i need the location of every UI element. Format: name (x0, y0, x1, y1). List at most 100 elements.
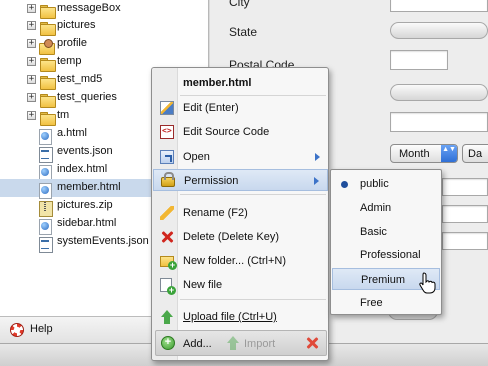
text-input[interactable] (390, 112, 488, 132)
tree-item-profile[interactable]: + profile (0, 35, 209, 55)
permission-option-label: Admin (360, 202, 392, 214)
lock-icon (161, 172, 175, 187)
import-button: Import (244, 338, 276, 350)
help-label: Help (30, 323, 53, 335)
selected-bullet-icon (341, 181, 348, 188)
state-select[interactable] (390, 22, 488, 39)
tree-item-label: test_md5 (57, 73, 103, 85)
menu-item-label: New file (183, 279, 223, 291)
expand-toggle-icon[interactable]: + (27, 4, 36, 13)
city-label: City (229, 0, 250, 9)
add-plus-icon[interactable]: + (161, 336, 175, 350)
permission-option-professional[interactable]: Professional (332, 244, 440, 266)
html-file-icon (39, 165, 55, 181)
menu-item-upload[interactable]: Upload file (Ctrl+U) (153, 306, 328, 328)
menu-item-new-folder[interactable]: New folder... (Ctrl+N) (153, 250, 328, 272)
tree-item-label: profile (57, 37, 87, 49)
rename-pencil-icon (160, 206, 174, 220)
tree-item-label: test_queries (57, 91, 117, 103)
tree-item-label: temp (57, 55, 82, 67)
menu-separator (180, 194, 326, 195)
tree-item-pictures[interactable]: + pictures (0, 17, 209, 36)
folder-icon (39, 93, 56, 108)
tree-item-label: systemEvents.json (57, 235, 149, 247)
menu-item-label: Rename (F2) (183, 207, 248, 219)
folder-icon (39, 75, 56, 90)
country-select[interactable] (390, 84, 488, 101)
expand-toggle-icon[interactable]: + (27, 21, 36, 30)
postal-code-input[interactable] (390, 50, 448, 70)
html-file-icon (39, 183, 55, 199)
close-x-icon[interactable] (305, 336, 319, 350)
text-file-icon (39, 237, 55, 253)
month-select[interactable]: Month ▲▼ (390, 144, 458, 163)
permission-option-public[interactable]: public (332, 173, 440, 195)
menu-item-label: Open (183, 151, 210, 163)
upload-arrow-icon (160, 310, 174, 324)
text-file-icon (39, 147, 55, 163)
permission-option-basic[interactable]: Basic (332, 221, 440, 243)
folder-icon (39, 21, 56, 36)
permission-option-label: Basic (360, 226, 387, 238)
text-input[interactable] (442, 232, 488, 250)
zip-file-icon (39, 201, 55, 217)
html-file-icon (39, 219, 55, 235)
permission-option-free[interactable]: Free (332, 292, 440, 314)
folder-icon (39, 4, 56, 19)
expand-toggle-icon[interactable]: + (27, 75, 36, 84)
menu-item-delete[interactable]: Delete (Delete Key) (153, 226, 328, 248)
profile-folder-icon (39, 39, 55, 55)
tree-item-label: events.json (57, 145, 113, 157)
permission-option-label: Professional (360, 249, 421, 261)
expand-toggle-icon[interactable]: + (27, 111, 36, 120)
text-input[interactable] (442, 178, 488, 196)
permission-option-admin[interactable]: Admin (332, 197, 440, 219)
menu-item-open[interactable]: Open (153, 146, 328, 168)
tree-item-messagebox[interactable]: + messageBox (0, 0, 209, 19)
html-file-icon (39, 129, 55, 145)
permission-option-label: public (360, 178, 389, 190)
delete-x-icon (160, 230, 174, 244)
menu-item-rename[interactable]: Rename (F2) (153, 202, 328, 224)
submenu-arrow-icon (314, 177, 319, 185)
menu-separator (180, 95, 326, 96)
add-button[interactable]: Add... (183, 338, 212, 350)
hand-pointer-cursor-icon (419, 272, 436, 294)
permission-option-label: Free (360, 297, 383, 309)
menu-item-new-file[interactable]: New file (153, 274, 328, 296)
menu-item-edit-source[interactable]: Edit Source Code (153, 121, 328, 143)
new-file-icon (160, 278, 176, 295)
menu-item-label: Permission (184, 175, 239, 187)
tree-item-label: a.html (57, 127, 87, 139)
open-window-icon (160, 150, 174, 164)
menu-separator (180, 299, 326, 300)
source-code-icon (160, 125, 174, 139)
tree-item-label: index.html (57, 163, 108, 175)
menu-item-edit[interactable]: Edit (Enter) (153, 97, 328, 119)
tree-item-label: sidebar.html (57, 217, 117, 229)
menu-item-label: Edit (Enter) (183, 102, 239, 114)
tree-item-label: tm (57, 109, 70, 121)
permission-option-label: Premium (361, 274, 406, 286)
tree-item-label: member.html (57, 181, 121, 193)
menu-item-permission[interactable]: Permission (153, 169, 328, 191)
menu-footer-toolbar: + Add... Import (155, 330, 327, 356)
text-input[interactable] (442, 205, 488, 223)
state-label: State (229, 25, 258, 39)
expand-toggle-icon[interactable]: + (27, 57, 36, 66)
day-select-value: Da (468, 148, 483, 160)
city-input[interactable] (390, 0, 488, 12)
tree-item-label: pictures.zip (57, 199, 113, 211)
import-arrow-icon (226, 336, 240, 350)
month-select-value: Month (399, 148, 430, 160)
day-select[interactable]: Da (462, 144, 488, 163)
expand-toggle-icon[interactable]: + (27, 39, 36, 48)
expand-toggle-icon[interactable]: + (27, 93, 36, 102)
menu-item-label: Upload file (Ctrl+U) (183, 311, 277, 323)
menu-item-label: Delete (Delete Key) (183, 231, 279, 243)
menu-item-label: New folder... (Ctrl+N) (183, 255, 286, 267)
folder-icon (39, 57, 56, 72)
tree-item-label: pictures (57, 19, 96, 31)
select-arrows-icon: ▲▼ (441, 145, 457, 162)
folder-icon (39, 111, 56, 126)
